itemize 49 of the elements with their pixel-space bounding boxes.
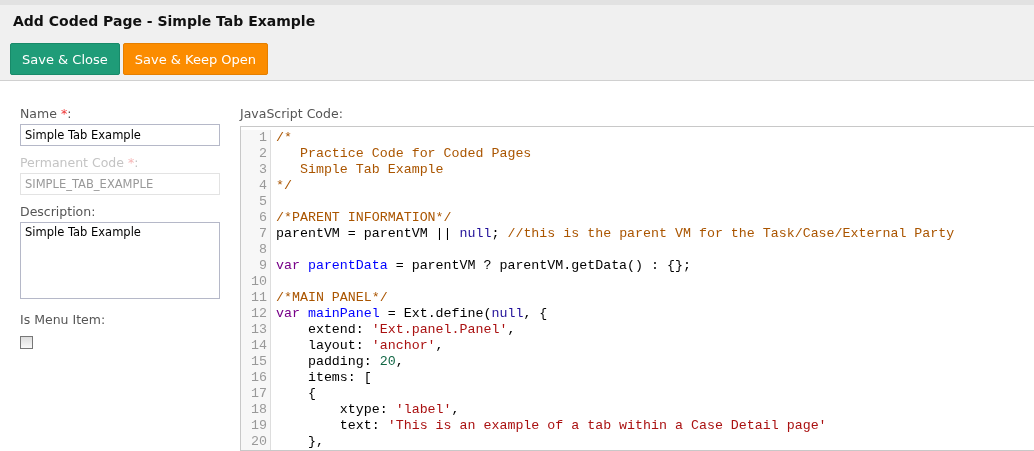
- code-line: var mainPanel = Ext.define(null, {: [276, 306, 548, 322]
- code-line: Practice Code for Coded Pages: [298, 146, 532, 162]
- name-field[interactable]: Simple Tab Example: [20, 124, 220, 146]
- line-number: 16: [250, 370, 268, 386]
- field-label: Permanent Code *:: [20, 154, 139, 171]
- line-number: 7: [258, 226, 268, 242]
- save-keep-open-button[interactable]: Save & Keep Open: [122, 43, 269, 75]
- line-number: 1: [258, 130, 268, 146]
- code-label: JavaScript Code:: [240, 105, 343, 122]
- code-line: parentVM = parentVM || null; //this is the parent VM for the Task/Case/External Party: [276, 226, 955, 242]
- code-line: padding: 20,: [306, 354, 404, 370]
- line-number: 18: [250, 402, 268, 418]
- code-editor[interactable]: [240, 126, 1034, 451]
- line-number: 15: [250, 354, 268, 370]
- save-close-button[interactable]: Save & Close: [10, 43, 120, 75]
- line-number: 6: [258, 210, 268, 226]
- line-number: 9: [258, 258, 268, 274]
- code-line: /*PARENT INFORMATION*/: [276, 210, 452, 226]
- code-line: layout: 'anchor',: [306, 338, 444, 354]
- line-number: 8: [258, 242, 268, 258]
- field-label: Description:: [20, 203, 96, 220]
- line-number: 4: [258, 178, 268, 194]
- line-number: 20: [250, 434, 268, 450]
- code-line: text: 'This is an example of a tab within a Case Detail page': [338, 418, 827, 434]
- line-number: 19: [250, 418, 268, 434]
- line-number: 17: [250, 386, 268, 402]
- line-number: 12: [250, 306, 268, 322]
- code-line: */: [276, 178, 292, 194]
- code-line: /*: [276, 130, 292, 146]
- code-line: Simple Tab Example: [298, 162, 444, 178]
- line-number: 2: [258, 146, 268, 162]
- code-line: var parentData = parentVM ? parentVM.getData() : {};: [276, 258, 691, 274]
- code-line: extend: 'Ext.panel.Panel',: [306, 322, 516, 338]
- field-label: Name *:: [20, 105, 72, 122]
- code-line: xtype: 'label',: [338, 402, 460, 418]
- line-number: 3: [258, 162, 268, 178]
- dialog-title: Add Coded Page - Simple Tab Example: [13, 13, 317, 31]
- line-number: 14: [250, 338, 268, 354]
- code-line: /*MAIN PANEL*/: [276, 290, 388, 306]
- line-number: 13: [250, 322, 268, 338]
- line-number: 10: [250, 274, 268, 290]
- line-number: 5: [258, 194, 268, 210]
- code-line: },: [306, 434, 324, 450]
- code-line: {: [306, 386, 316, 402]
- field-label: Is Menu Item:: [20, 311, 106, 328]
- menu-item-checkbox[interactable]: [20, 336, 33, 349]
- code-line: items: [: [306, 370, 372, 386]
- line-number: 11: [250, 290, 268, 306]
- description-field[interactable]: Simple Tab Example: [20, 222, 220, 299]
